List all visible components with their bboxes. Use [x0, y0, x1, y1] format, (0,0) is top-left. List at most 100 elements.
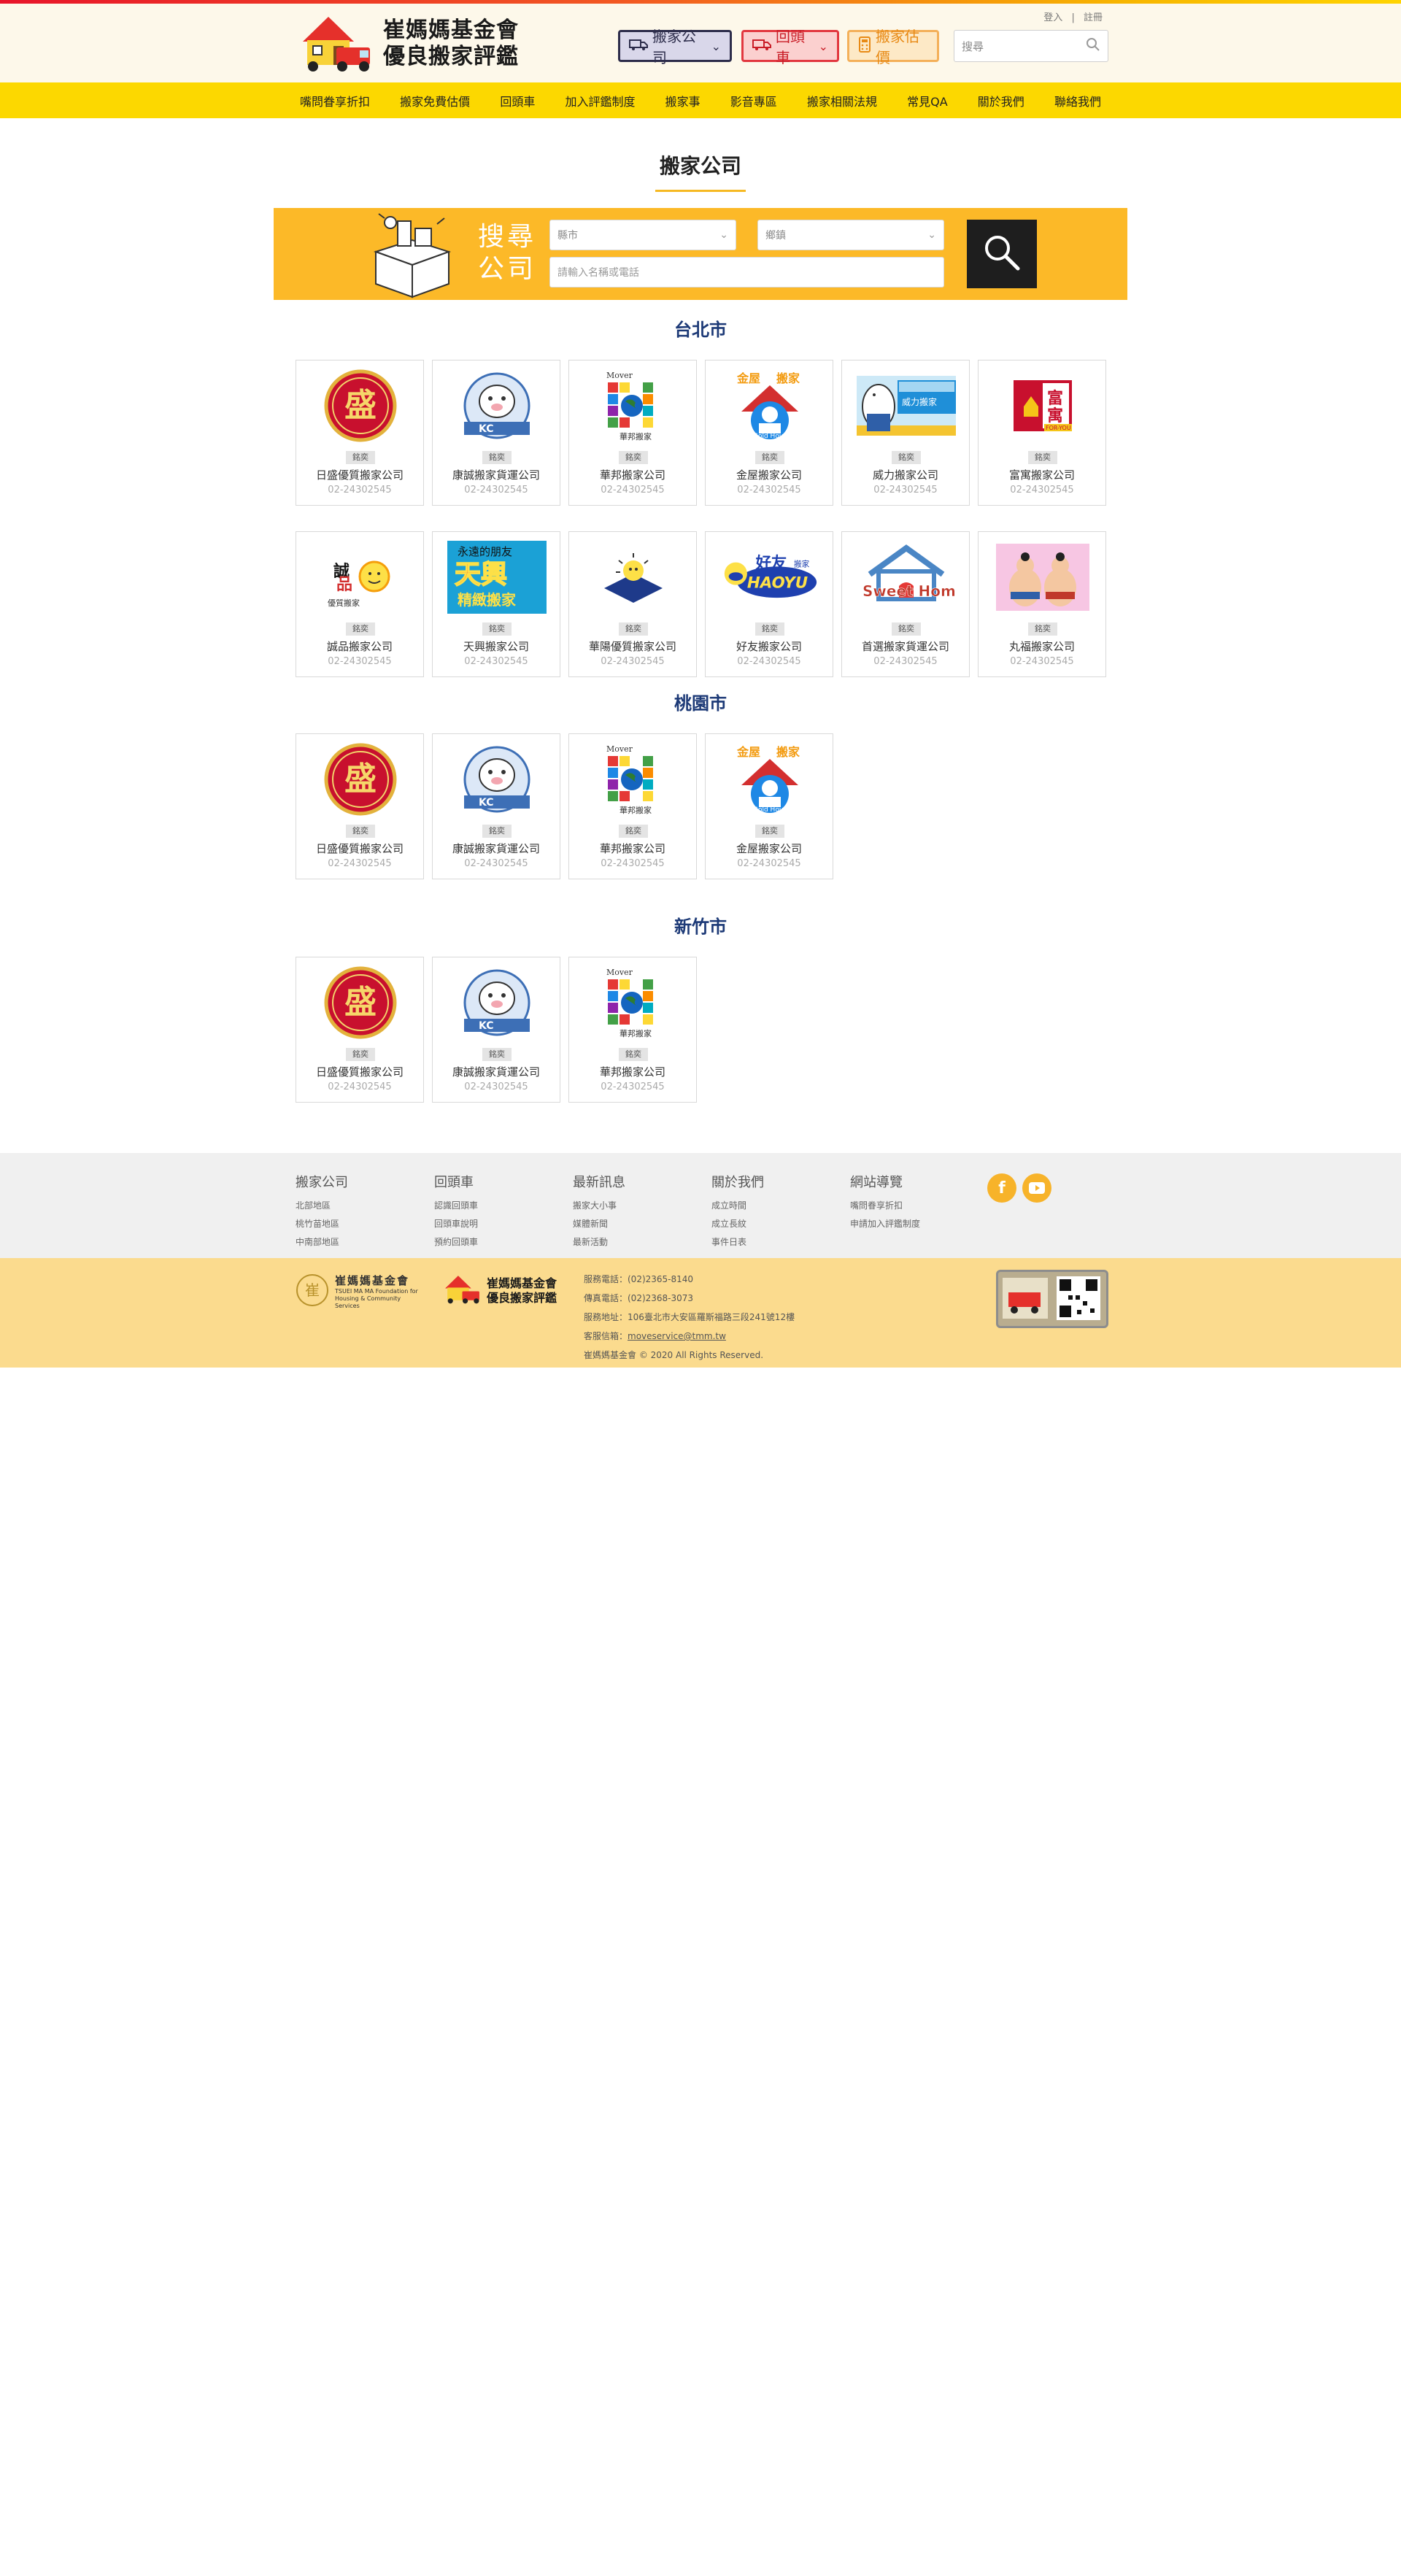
company-name[interactable]: 華邦搬家公司	[569, 841, 696, 856]
footer-column-heading[interactable]: 回頭車	[434, 1172, 478, 1191]
company-name[interactable]: 日盛優質搬家公司	[296, 467, 423, 482]
county-select[interactable]: 縣市 ⌄	[549, 220, 736, 250]
footer-column-heading[interactable]: 最新訊息	[573, 1172, 625, 1191]
search-icon[interactable]	[1086, 37, 1100, 55]
company-card[interactable]: HAOYU 好友 搬家 銘奕 好友搬家公司 02-24302545	[705, 531, 833, 677]
company-grid: 盛銘奕 日盛優質搬家公司 02-24302545 KC 銘奕 康誠搬家貨運公司 02-243…	[296, 360, 1106, 677]
estimate-button[interactable]: 搬家估價	[847, 28, 939, 66]
footer-info: 崔 崔媽媽基金會 TSUEI MA MA Foundation for Hous…	[0, 1258, 1401, 1368]
footer-link[interactable]: 媒體新聞	[573, 1215, 625, 1233]
nav-item-about[interactable]: 關於我們	[978, 92, 1024, 109]
company-name[interactable]: 誠品搬家公司	[296, 639, 423, 654]
svg-text:Mover: Mover	[606, 968, 633, 977]
site-logo[interactable]: 崔媽媽基金會 優良搬家評鑑	[296, 14, 519, 74]
company-name[interactable]: 康誠搬家貨運公司	[433, 1064, 560, 1079]
company-phone: 02-24302545	[601, 858, 665, 869]
company-card[interactable]: Mover 華邦搬家 銘奕 華邦搬家公司 02-24302545	[568, 957, 697, 1103]
company-name[interactable]: 威力搬家公司	[842, 467, 969, 482]
footer-link[interactable]: 認識回頭車	[434, 1197, 478, 1215]
company-name[interactable]: 首選搬家貨運公司	[842, 639, 969, 654]
mover-company-button[interactable]: 搬家公司 ⌄	[618, 28, 732, 66]
footer-link[interactable]: 中南部地區	[296, 1233, 348, 1252]
login-link[interactable]: 登入	[1043, 12, 1062, 23]
company-card[interactable]: 永遠的朋友 天興 精緻搬家 銘奕 天興搬家公司 02-24302545	[432, 531, 560, 677]
nav-item-moving-matters[interactable]: 搬家事	[665, 92, 700, 109]
footer-link[interactable]: 嘴問眷享折扣	[850, 1197, 920, 1215]
register-link[interactable]: 註冊	[1084, 12, 1103, 23]
company-name[interactable]: 天興搬家公司	[433, 639, 560, 654]
nav-item-join-evaluation[interactable]: 加入評鑑制度	[565, 92, 635, 109]
company-name[interactable]: 日盛優質搬家公司	[296, 841, 423, 856]
company-logo-sumo	[993, 539, 1092, 615]
company-tag: 銘奕	[619, 622, 648, 636]
company-card[interactable]: Sweet Home 銘奕 首選搬家貨運公司 02-24302545	[841, 531, 970, 677]
svg-text:Gold House: Gold House	[753, 433, 791, 440]
company-name[interactable]: 華陽優質搬家公司	[569, 639, 696, 654]
company-card[interactable]: 金屋 搬家 Gold House 銘奕 金屋搬家公司 02-24302545	[705, 360, 833, 506]
company-card[interactable]: Mover 華邦搬家 銘奕 華邦搬家公司 02-24302545	[568, 360, 697, 506]
nav-item-discount[interactable]: 嘴問眷享折扣	[300, 92, 370, 109]
svg-text:盛: 盛	[344, 387, 377, 424]
footer-column: 回頭車認識回頭車 回頭車說明 預約回頭車	[434, 1172, 478, 1252]
company-card[interactable]: KC 銘奕 康誠搬家貨運公司 02-24302545	[432, 360, 560, 506]
nav-item-regulations[interactable]: 搬家相關法規	[807, 92, 877, 109]
footer-link[interactable]: 桃竹苗地區	[296, 1215, 348, 1233]
company-name[interactable]: 金屋搬家公司	[706, 841, 833, 856]
company-card[interactable]: Mover 華邦搬家 銘奕 華邦搬家公司 02-24302545	[568, 733, 697, 879]
keyword-input[interactable]: 請輸入名稱或電話	[549, 257, 944, 288]
footer-link[interactable]: 預約回頭車	[434, 1233, 478, 1252]
footer-column-heading[interactable]: 關於我們	[711, 1172, 764, 1191]
house-truck-logo-icon	[296, 14, 376, 74]
company-name[interactable]: 富寓搬家公司	[979, 467, 1105, 482]
company-card[interactable]: 威力搬家 銘奕 威力搬家公司 02-24302545	[841, 360, 970, 506]
company-card[interactable]: 金屋 搬家 Gold House 銘奕 金屋搬家公司 02-24302545	[705, 733, 833, 879]
footer-link[interactable]: 成立長紋	[711, 1215, 764, 1233]
footer-link[interactable]: 回頭車說明	[434, 1215, 478, 1233]
svg-text:Mover: Mover	[606, 744, 633, 754]
company-card[interactable]: 誠品優質搬家 銘奕 誠品搬家公司 02-24302545	[296, 531, 424, 677]
district-select[interactable]: 鄉鎮 ⌄	[757, 220, 944, 250]
contact-info: 服務電話：(02)2365-8140 傳真電話：(02)2368-3073 服務…	[584, 1270, 795, 1365]
nav-item-contact[interactable]: 聯絡我們	[1054, 92, 1101, 109]
company-card[interactable]: 盛銘奕 日盛優質搬家公司 02-24302545	[296, 957, 424, 1103]
company-name[interactable]: 好友搬家公司	[706, 639, 833, 654]
footer-link[interactable]: 搬家大小事	[573, 1197, 625, 1215]
footer-column-heading[interactable]: 搬家公司	[296, 1172, 348, 1191]
company-card[interactable]: 銘奕 丸福搬家公司 02-24302545	[978, 531, 1106, 677]
company-card[interactable]: KC 銘奕 康誠搬家貨運公司 02-24302545	[432, 957, 560, 1103]
company-card[interactable]: KC 銘奕 康誠搬家貨運公司 02-24302545	[432, 733, 560, 879]
company-name[interactable]: 康誠搬家貨運公司	[433, 841, 560, 856]
company-name[interactable]: 金屋搬家公司	[706, 467, 833, 482]
header-search-input[interactable]: 搜尋	[954, 30, 1108, 62]
svg-text:盛: 盛	[344, 760, 377, 798]
footer-link[interactable]: 最新活動	[573, 1233, 625, 1252]
company-name[interactable]: 日盛優質搬家公司	[296, 1064, 423, 1079]
company-name[interactable]: 丸福搬家公司	[979, 639, 1105, 654]
footer-column-heading[interactable]: 網站導覽	[850, 1172, 920, 1191]
company-phone: 02-24302545	[737, 858, 801, 869]
facebook-icon[interactable]: f	[987, 1173, 1016, 1203]
main-nav: 嘴問眷享折扣 搬家免費估價 回頭車 加入評鑑制度 搬家事 影音專區 搬家相關法規…	[0, 82, 1401, 118]
company-card[interactable]: 盛銘奕 日盛優質搬家公司 02-24302545	[296, 733, 424, 879]
nav-item-return-truck[interactable]: 回頭車	[500, 92, 535, 109]
search-submit-button[interactable]	[967, 220, 1037, 288]
company-name[interactable]: 華邦搬家公司	[569, 1064, 696, 1079]
nav-item-free-estimate[interactable]: 搬家免費估價	[400, 92, 470, 109]
company-card[interactable]: 銘奕 華陽優質搬家公司 02-24302545	[568, 531, 697, 677]
company-card[interactable]: 富寓 FOR-YOU 銘奕 富寓搬家公司 02-24302545	[978, 360, 1106, 506]
company-name[interactable]: 康誠搬家貨運公司	[433, 467, 560, 482]
footer-link[interactable]: 北部地區	[296, 1197, 348, 1215]
house-truck-logo-icon	[441, 1271, 482, 1311]
footer-link[interactable]: 事件日表	[711, 1233, 764, 1252]
mover-company-label: 搬家公司	[652, 28, 696, 66]
youtube-icon[interactable]	[1022, 1173, 1051, 1203]
footer-link[interactable]: 申請加入評鑑制度	[850, 1215, 920, 1233]
company-name[interactable]: 華邦搬家公司	[569, 467, 696, 482]
return-truck-button[interactable]: 回頭車 ⌄	[741, 28, 839, 66]
company-card[interactable]: 盛銘奕 日盛優質搬家公司 02-24302545	[296, 360, 424, 506]
company-logo-goldhouse: 金屋 搬家 Gold House	[720, 741, 819, 817]
email-link[interactable]: moveservice@tmm.tw	[628, 1331, 726, 1341]
nav-item-faq[interactable]: 常見QA	[907, 92, 948, 109]
footer-link[interactable]: 成立時間	[711, 1197, 764, 1215]
nav-item-video[interactable]: 影音專區	[730, 92, 777, 109]
